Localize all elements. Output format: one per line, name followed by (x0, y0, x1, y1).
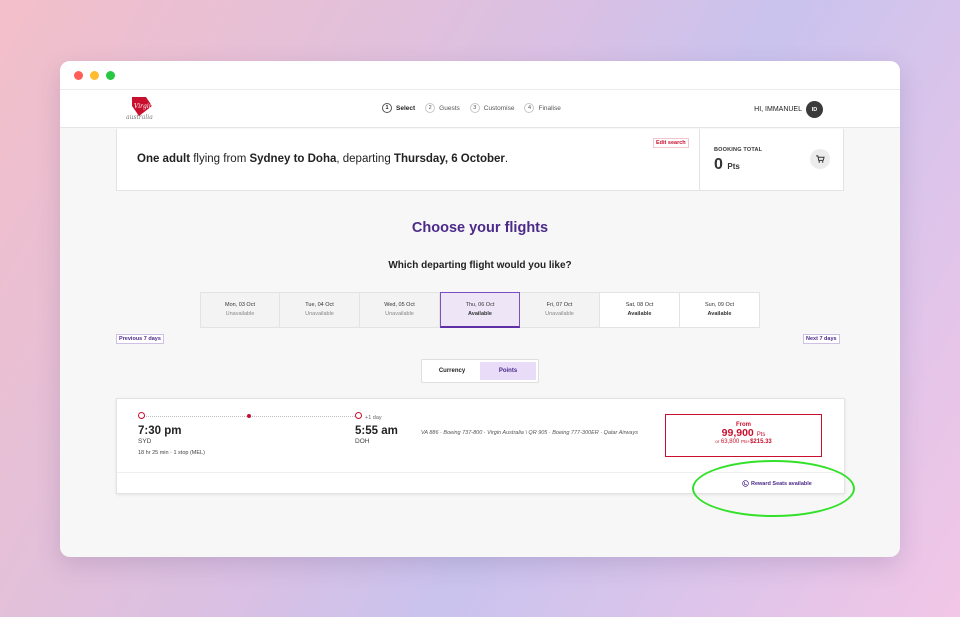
booking-total-label: BOOKING TOTAL (714, 147, 763, 153)
step-customise[interactable]: 3 Customise (469, 103, 515, 113)
passenger-count: One adult (137, 153, 191, 165)
date-status: Available (707, 311, 732, 317)
arrival-time: 5:55 am (355, 425, 398, 437)
booking-total-value: 0 Pts (714, 156, 740, 174)
date-status: Available (627, 311, 652, 317)
step-number: 2 (425, 103, 436, 113)
user-menu[interactable]: HI, IMMANUEL ID (754, 101, 823, 118)
date-option-fri[interactable]: Fri, 07 Oct Unavailable (520, 292, 600, 328)
booking-total-unit: Pts (727, 162, 740, 171)
date-label: Fri, 07 Oct (546, 302, 573, 308)
points-toggle-option[interactable]: Points (480, 362, 536, 380)
logo-text: Virgin (134, 103, 153, 110)
date-option-tue[interactable]: Tue, 04 Oct Unavailable (280, 292, 360, 328)
cart-button[interactable] (810, 149, 830, 169)
date-label: Sat, 08 Oct (625, 302, 654, 308)
booking-total-amount: 0 (714, 156, 723, 173)
date-label: Sun, 09 Oct (704, 302, 735, 308)
booking-total: BOOKING TOTAL 0 Pts (699, 129, 845, 190)
step-label: Select (396, 104, 416, 112)
summary-text: . (504, 153, 509, 165)
alt-prefix: or (715, 438, 720, 444)
highlight-annotation (692, 460, 855, 517)
step-number: 4 (524, 103, 535, 113)
date-status: Unavailable (305, 311, 334, 317)
departure-date: Thursday, 6 October (393, 153, 505, 165)
step-number: 3 (469, 103, 480, 113)
date-label: Wed, 05 Oct (384, 302, 415, 308)
date-selector: Mon, 03 Oct Unavailable Tue, 04 Oct Unav… (200, 292, 760, 328)
step-label: Finalise (538, 104, 561, 112)
route: Sydney to Doha (249, 153, 337, 165)
previous-7-days-button[interactable]: Previous 7 days (116, 334, 164, 344)
edit-search-link[interactable]: Edit search (653, 138, 689, 148)
alt-points-value: 63,800 (720, 438, 740, 445)
top-navigation: Virgin australia 1 Select 2 Guests 3 Cus… (60, 90, 900, 128)
step-label: Guests (439, 104, 460, 112)
date-option-sat[interactable]: Sat, 08 Oct Available (600, 292, 680, 328)
date-label: Tue, 04 Oct (305, 302, 334, 308)
alt-points-unit: Pts+ (740, 438, 751, 444)
trip-description: One adult flying from Sydney to Doha, de… (137, 153, 508, 165)
date-option-mon[interactable]: Mon, 03 Oct Unavailable (200, 292, 280, 328)
stop-marker (247, 414, 251, 418)
step-label: Customise (483, 104, 515, 112)
summary-text: flying from (190, 153, 250, 165)
close-window-button[interactable] (74, 71, 83, 80)
page-subtitle: Which departing flight would you like? (388, 260, 572, 271)
departure-airport: SYD (138, 438, 152, 445)
date-status: Unavailable (385, 311, 414, 317)
date-status: Available (468, 311, 492, 317)
page-title: Choose your flights (411, 220, 549, 236)
avatar[interactable]: ID (806, 101, 823, 118)
price-points-value: 99,900 (721, 427, 754, 439)
departure-time: 7:30 pm (138, 425, 182, 437)
step-select[interactable]: 1 Select (382, 103, 415, 113)
date-option-sun[interactable]: Sun, 09 Oct Available (680, 292, 760, 328)
trip-summary: One adult flying from Sydney to Doha, de… (116, 129, 844, 191)
price-alternative: or 63,800 Pts+$215.33 (666, 439, 821, 445)
next-7-days-button[interactable]: Next 7 days (803, 334, 840, 344)
plus-day-label: +1 day (365, 415, 382, 421)
progress-steps: 1 Select 2 Guests 3 Customise 4 Finalise (382, 103, 561, 113)
cart-icon (815, 155, 825, 163)
currency-toggle-option[interactable]: Currency (424, 362, 480, 380)
date-label: Mon, 03 Oct (225, 302, 255, 308)
step-finalise[interactable]: 4 Finalise (524, 103, 561, 113)
payment-toggle: Currency Points (421, 359, 539, 383)
summary-text: , departing (336, 153, 394, 165)
price-points: 99,900 Pts (666, 428, 821, 439)
minimize-window-button[interactable] (90, 71, 99, 80)
maximize-window-button[interactable] (106, 71, 115, 80)
price-select-button[interactable]: From 99,900 Pts or 63,800 Pts+$215.33 (665, 414, 822, 457)
logo-subtext: australia (126, 114, 153, 121)
step-guests[interactable]: 2 Guests (425, 103, 460, 113)
destination-marker (355, 412, 362, 419)
title-bar (60, 61, 900, 90)
flight-duration: 18 hr 25 min · 1 stop (MEL) (138, 450, 205, 456)
step-number: 1 (382, 103, 392, 113)
alt-cash-value: $215.33 (750, 438, 772, 445)
origin-marker (138, 412, 145, 419)
date-option-wed[interactable]: Wed, 05 Oct Unavailable (360, 292, 440, 328)
date-status: Unavailable (225, 311, 255, 317)
arrival-airport: DOH (355, 438, 370, 445)
date-label: Thu, 06 Oct (465, 302, 495, 308)
date-option-thu[interactable]: Thu, 06 Oct Available (440, 292, 520, 328)
carrier-details: VA 886 · Boeing 737-800 · Virgin Austral… (421, 430, 638, 436)
price-points-unit: Pts (756, 432, 766, 438)
user-greeting: HI, IMMANUEL (754, 106, 802, 113)
date-status: Unavailable (545, 311, 574, 317)
